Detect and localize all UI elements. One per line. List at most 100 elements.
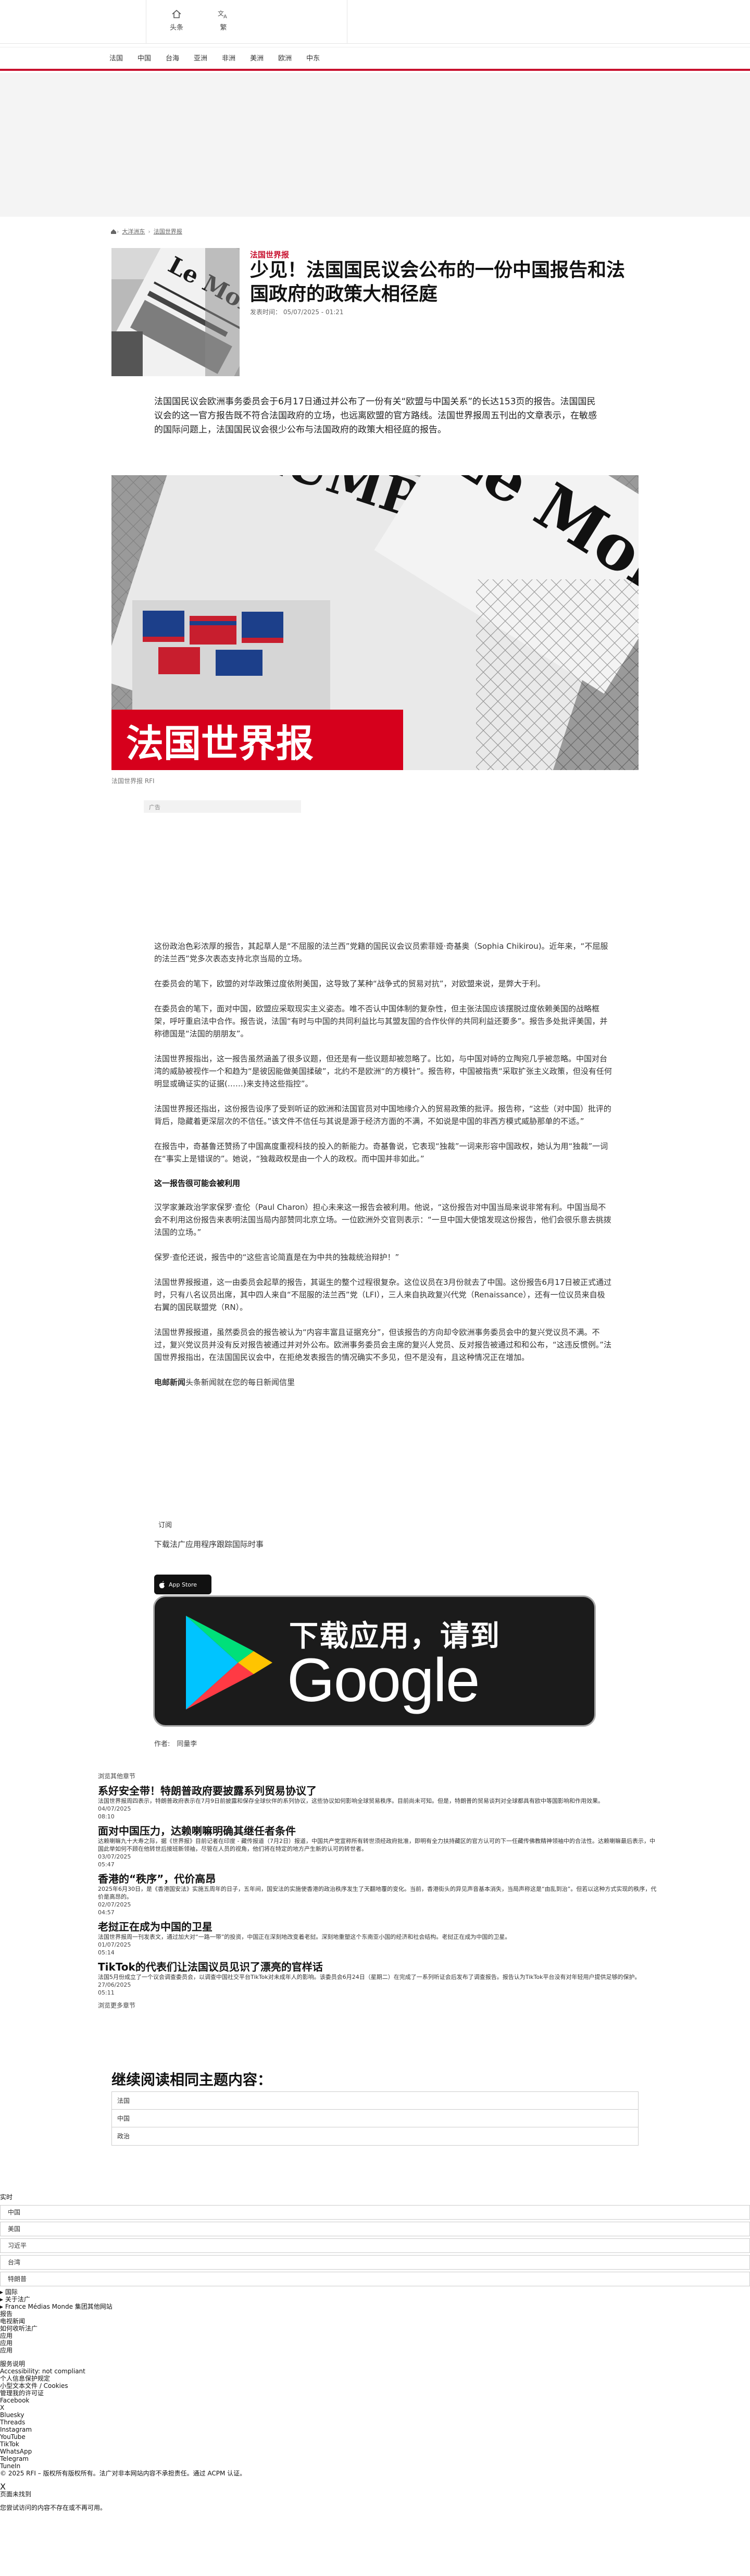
social-link[interactable]: WhatsApp — [0, 2448, 750, 2455]
article-title: 少见！法国国民议会公布的一份中国报告和法国政府的政策大相径庭 — [250, 259, 626, 305]
close-icon[interactable]: X — [0, 2483, 750, 2491]
footer-link[interactable]: 电视新闻 — [0, 2318, 750, 2325]
top-header: 头条 文A 繁 — [0, 0, 750, 44]
article-thumbnail: Le Monde — [111, 248, 240, 376]
related-topic-tag[interactable]: 政治 — [112, 2127, 638, 2145]
footer-link[interactable]: 应用 — [0, 2332, 750, 2339]
footer-link[interactable]: Accessibility: not compliant — [0, 2368, 750, 2375]
realtime-item[interactable]: 美国 — [0, 2222, 750, 2236]
language-tool-label: 繁 — [220, 24, 227, 32]
read-also-summary: 法国5月份成立了一个议会调查委员会，以调查中国社交平台TikTok对未成年人的影… — [98, 1974, 641, 1980]
hero-image: TRUMP-KIM : UN SOMMET HISTORIQUE Le Mond… — [111, 475, 639, 770]
google-play-icon — [186, 1616, 272, 1710]
nav-item-americas[interactable]: 美洲 — [250, 53, 264, 63]
home-icon[interactable] — [110, 229, 117, 234]
footer-link[interactable]: ▸ France Médias Monde 集团其他网站 — [0, 2303, 750, 2310]
breadcrumb-separator: › — [148, 228, 151, 235]
realtime-item[interactable]: 习近平 — [0, 2238, 750, 2253]
read-also-time: 05:47 — [98, 1861, 115, 1868]
footer-link[interactable]: 服务说明 — [0, 2360, 750, 2368]
realtime-item[interactable]: 中国 — [0, 2205, 750, 2220]
realtime-item[interactable]: 台湾 — [0, 2255, 750, 2270]
social-link[interactable]: Instagram — [0, 2426, 750, 2433]
home-tool[interactable]: 头条 — [158, 9, 195, 32]
social-link[interactable]: TikTok — [0, 2441, 750, 2448]
social-link[interactable]: Bluesky — [0, 2411, 750, 2419]
social-link[interactable]: X — [0, 2404, 750, 2411]
breadcrumb-link-section[interactable]: 大洋洲东 — [122, 227, 145, 236]
publish-date: 发表时间： 05/07/2025 - 01:21 — [250, 308, 344, 316]
realtime-list: 中国 美国 习近平 台湾 特朗普 — [0, 2205, 750, 2286]
social-link[interactable]: YouTube — [0, 2433, 750, 2441]
footer-link[interactable]: 个人信息保护规定 — [0, 2375, 750, 2382]
body-subheading: 这一报告很可能会被利用 — [154, 1179, 241, 1188]
body-paragraph: 汉学家兼政治学家保罗·查伦（Paul Charon）担心未来这一报告会被利用。他… — [154, 1203, 611, 1237]
main-nav: 法国 中国 台海 亚洲 非洲 美洲 欧洲 中东 — [0, 47, 750, 71]
footer-link[interactable]: 管理我的许可证 — [0, 2389, 750, 2397]
related-topics-list: 法国 中国 政治 — [111, 2091, 639, 2146]
social-link[interactable]: Facebook — [0, 2397, 750, 2404]
google-play-button[interactable]: 下载应用，请到 Google Play — [153, 1595, 596, 1786]
footer-link[interactable]: 报告 — [0, 2310, 750, 2318]
footer-spacer — [0, 2354, 750, 2360]
read-also-headline[interactable]: 面对中国压力，达赖喇嘛明确其继任者条件 — [98, 1825, 660, 1837]
read-also-item[interactable]: 香港的“秩序”，代价高昂 2025年6月30日，是《香港国安法》实施五周年的日子… — [98, 1873, 660, 1916]
related-topics-title: 继续阅读相同主题内容： — [111, 2071, 272, 2088]
newsletter-text: 头条新闻就在您的每日新闻信里 — [185, 1378, 295, 1387]
footer-link[interactable]: 如何收听法广 — [0, 2325, 750, 2332]
read-also-item[interactable]: 系好安全带！特朗普政府要披露系列贸易协议了 法国世界报周四表示，特朗普政府表示在… — [98, 1785, 660, 1820]
breadcrumb-link-current[interactable]: 法国世界报 — [154, 227, 182, 236]
subscribe-button[interactable]: 订阅 — [158, 1519, 612, 1529]
social-link[interactable]: TuneIn — [0, 2462, 750, 2470]
language-tool[interactable]: 文A 繁 — [205, 9, 242, 32]
ad-slot-label: 广告 — [144, 800, 301, 813]
footer-spacer — [0, 2477, 750, 2483]
nav-item-europe[interactable]: 欧洲 — [278, 53, 292, 63]
read-also-date: 01/07/2025 — [98, 1941, 131, 1948]
footer-link[interactable]: 应用 — [0, 2347, 750, 2354]
apple-icon — [159, 1581, 165, 1589]
read-also-title: 浏览其他章节 — [98, 1773, 136, 1780]
nav-item-middle-east[interactable]: 中东 — [306, 53, 320, 63]
svg-text:A: A — [223, 14, 227, 19]
realtime-item[interactable]: 特朗普 — [0, 2272, 750, 2286]
footer-link[interactable]: ▸ 国际 — [0, 2288, 750, 2296]
read-also-headline[interactable]: 老挝正在成为中国的卫星 — [98, 1921, 660, 1933]
footer-link[interactable]: 小型文本文件 / Cookies — [0, 2382, 750, 2389]
read-also-summary: 2025年6月30日，是《香港国安法》实施五周年的日子，五年间，国安法的实施使香… — [98, 1886, 657, 1900]
social-link[interactable]: Telegram — [0, 2455, 750, 2462]
nav-item-asia[interactable]: 亚洲 — [194, 53, 207, 63]
related-topic-tag[interactable]: 法国 — [112, 2092, 638, 2110]
body-paragraph: 法国世界报还指出，这份报告设序了受到听证的欧洲和法国官员对中国地缘介入的贸易政策… — [154, 1104, 611, 1126]
read-also-date: 03/07/2025 — [98, 1853, 131, 1860]
app-store-button[interactable]: App Store — [154, 1575, 211, 1594]
nav-item-france[interactable]: 法国 — [109, 53, 123, 63]
not-found-description: 您尝试访问的内容不存在或不再可用。 — [0, 2504, 107, 2511]
read-also-item[interactable]: 老挝正在成为中国的卫星 法国世界报周一刊发表文，通过加大对“一路一带”的投资，中… — [98, 1921, 660, 1956]
realtime-label: 实时 — [0, 2194, 13, 2201]
read-also-headline[interactable]: 香港的“秩序”，代价高昂 — [98, 1873, 660, 1885]
read-also-summary: 法国世界报周一刊发表文，通过加大对“一路一带”的投资，中国正在深刻地改变着老挝。… — [98, 1934, 511, 1940]
body-paragraph: 法国世界报报道，虽然委员会的报告被认为“内容丰富且证据充分”，但该报告的方向却令… — [154, 1328, 612, 1362]
article-author: 作者: 同量李 — [154, 1740, 197, 1748]
related-topic-tag[interactable]: 中国 — [112, 2110, 638, 2127]
read-also-headline[interactable]: 系好安全带！特朗普政府要披露系列贸易协议了 — [98, 1785, 660, 1797]
google-play-wordmark: Google Play — [287, 1646, 480, 1786]
copyright: © 2025 RFI – 版权所有版权所有。法广对非本网站内容不承担责任。通过 … — [0, 2470, 246, 2477]
footer-link[interactable]: ▸ 关于法广 — [0, 2296, 750, 2303]
home-icon — [172, 9, 181, 18]
read-also-headline[interactable]: TikTok的代表们让法国议员见识了漂亮的官样话 — [98, 1961, 660, 1973]
read-also-item[interactable]: 面对中国压力，达赖喇嘛明确其继任者条件 达赖喇嘛九十大寿之际，据《世界报》目前记… — [98, 1825, 660, 1868]
read-more-link[interactable]: 浏览更多章节 — [98, 2001, 660, 2010]
read-also-item[interactable]: TikTok的代表们让法国议员见识了漂亮的官样话 法国5月份成立了一个议会调查委… — [98, 1961, 660, 1997]
body-paragraph: 在委员会的笔下，欧盟的对华政策过度依附美国，这导致了某种“战争式的贸易对抗”，对… — [154, 979, 545, 988]
footer-link[interactable]: 应用 — [0, 2339, 750, 2347]
nav-item-taiwan-strait[interactable]: 台海 — [166, 53, 179, 63]
nav-item-china[interactable]: 中国 — [138, 53, 151, 63]
newsletter-promo[interactable]: 电邮新闻头条新闻就在您的每日新闻信里 — [154, 1376, 612, 1389]
body-paragraph: 在委员会的笔下，面对中国，欧盟应采取现实主义姿态。唯不否认中国体制的复杂性，但主… — [154, 1004, 608, 1038]
breadcrumb: › 大洋洲东 › 法国世界报 — [110, 227, 185, 236]
download-app-text: 下载法广应用程序跟踪国际时事 — [154, 1540, 264, 1549]
social-link[interactable]: Threads — [0, 2419, 750, 2426]
nav-item-africa[interactable]: 非洲 — [222, 53, 235, 63]
